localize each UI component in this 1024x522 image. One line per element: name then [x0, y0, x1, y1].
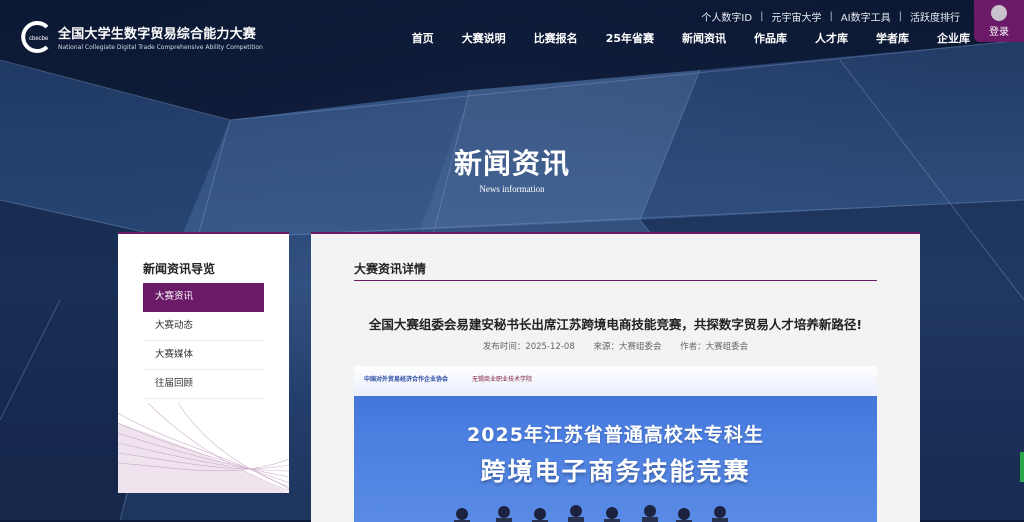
sidebar-item-competition-media[interactable]: 大赛媒体 [143, 341, 264, 370]
divider: | [898, 11, 902, 22]
article-banner-image: 中国对外贸易经济合作企业协会 无锡商业职业技术学院 2025年江苏省普通高校本专… [354, 366, 877, 522]
nav-item-provincial-2025[interactable]: 25年省赛 [606, 30, 654, 46]
banner-org-primary: 中国对外贸易经济合作企业协会 [364, 376, 449, 383]
site-logo[interactable]: cbecbe 全国大学生数字贸易综合能力大赛 National Collegia… [20, 20, 263, 54]
login-label: 登录 [989, 26, 1009, 38]
page-title: 新闻资讯 [453, 147, 570, 180]
article-source: 来源：大赛组委会 [593, 342, 662, 352]
floating-side-tab[interactable] [1020, 452, 1024, 482]
login-button[interactable]: 登录 [974, 0, 1024, 42]
main-nav: 首页 大赛说明 比赛报名 25年省赛 新闻资讯 作品库 人才库 学者库 企业库 [384, 30, 970, 46]
nav-item-registration[interactable]: 比赛报名 [534, 30, 578, 46]
sidebar-list: 大赛资讯 大赛动态 大赛媒体 往届回顾 [143, 283, 264, 399]
top-link-metaverse-university[interactable]: 元宇宙大学 [771, 9, 821, 24]
banner-people-silhouettes [454, 505, 728, 522]
nav-item-works[interactable]: 作品库 [754, 30, 787, 46]
nav-item-enterprises[interactable]: 企业库 [937, 30, 970, 46]
sidebar-item-competition-updates[interactable]: 大赛动态 [143, 312, 264, 341]
sidebar-title: 新闻资讯导览 [143, 262, 216, 276]
nav-item-competition-info[interactable]: 大赛说明 [462, 30, 506, 46]
article-title: 全国大赛组委会易建安秘书长出席江苏跨境电商技能竞赛，共探数字贸易人才培养新路径! [368, 317, 863, 332]
logo-title: 全国大学生数字贸易综合能力大赛 [58, 27, 257, 42]
nav-item-news[interactable]: 新闻资讯 [682, 30, 726, 46]
top-link-activity-ranking[interactable]: 活跃度排行 [910, 9, 960, 24]
avatar-icon [991, 4, 1007, 21]
logo-subtitle: National Collegiate Digital Trade Compre… [58, 44, 263, 51]
nav-item-scholars[interactable]: 学者库 [876, 30, 909, 46]
sidebar-item-competition-news[interactable]: 大赛资讯 [143, 283, 264, 312]
nav-item-talent[interactable]: 人才库 [815, 30, 848, 46]
divider: | [829, 11, 833, 22]
banner-org-secondary: 无锡商业职业技术学院 [472, 376, 533, 383]
section-title: 大赛资讯详情 [354, 262, 427, 276]
divider: | [760, 11, 764, 22]
logo-mark-text: cbecbe [29, 36, 49, 42]
section-divider [354, 280, 877, 281]
top-utility-links: 个人数字ID | 元宇宙大学 | AI数字工具 | 活跃度排行 [701, 9, 960, 24]
banner-headline: 2025年江苏省普通高校本专科生 [467, 424, 764, 446]
article-author: 作者：大赛组委会 [680, 342, 749, 352]
main-content: 大赛资讯详情 全国大赛组委会易建安秘书长出席江苏跨境电商技能竞赛，共探数字贸易人… [311, 232, 920, 522]
sidebar-item-past-review[interactable]: 往届回顾 [143, 370, 264, 399]
top-link-digital-id[interactable]: 个人数字ID [701, 9, 752, 24]
banner-main-title: 跨境电子商务技能竞赛 [480, 457, 751, 486]
article-date: 发布时间：2025-12-08 [482, 342, 575, 352]
top-link-ai-tools[interactable]: AI数字工具 [841, 9, 891, 24]
page-subtitle: News information [479, 184, 545, 194]
sidebar: 新闻资讯导览 大赛资讯 大赛动态 大赛媒体 往届回顾 [118, 232, 289, 493]
nav-item-home[interactable]: 首页 [412, 30, 434, 46]
logo-mark-icon: cbecbe [20, 20, 54, 54]
article-meta: 发布时间：2025-12-08 来源：大赛组委会 作者：大赛组委会 [354, 340, 877, 352]
sidebar-decoration [118, 403, 289, 493]
